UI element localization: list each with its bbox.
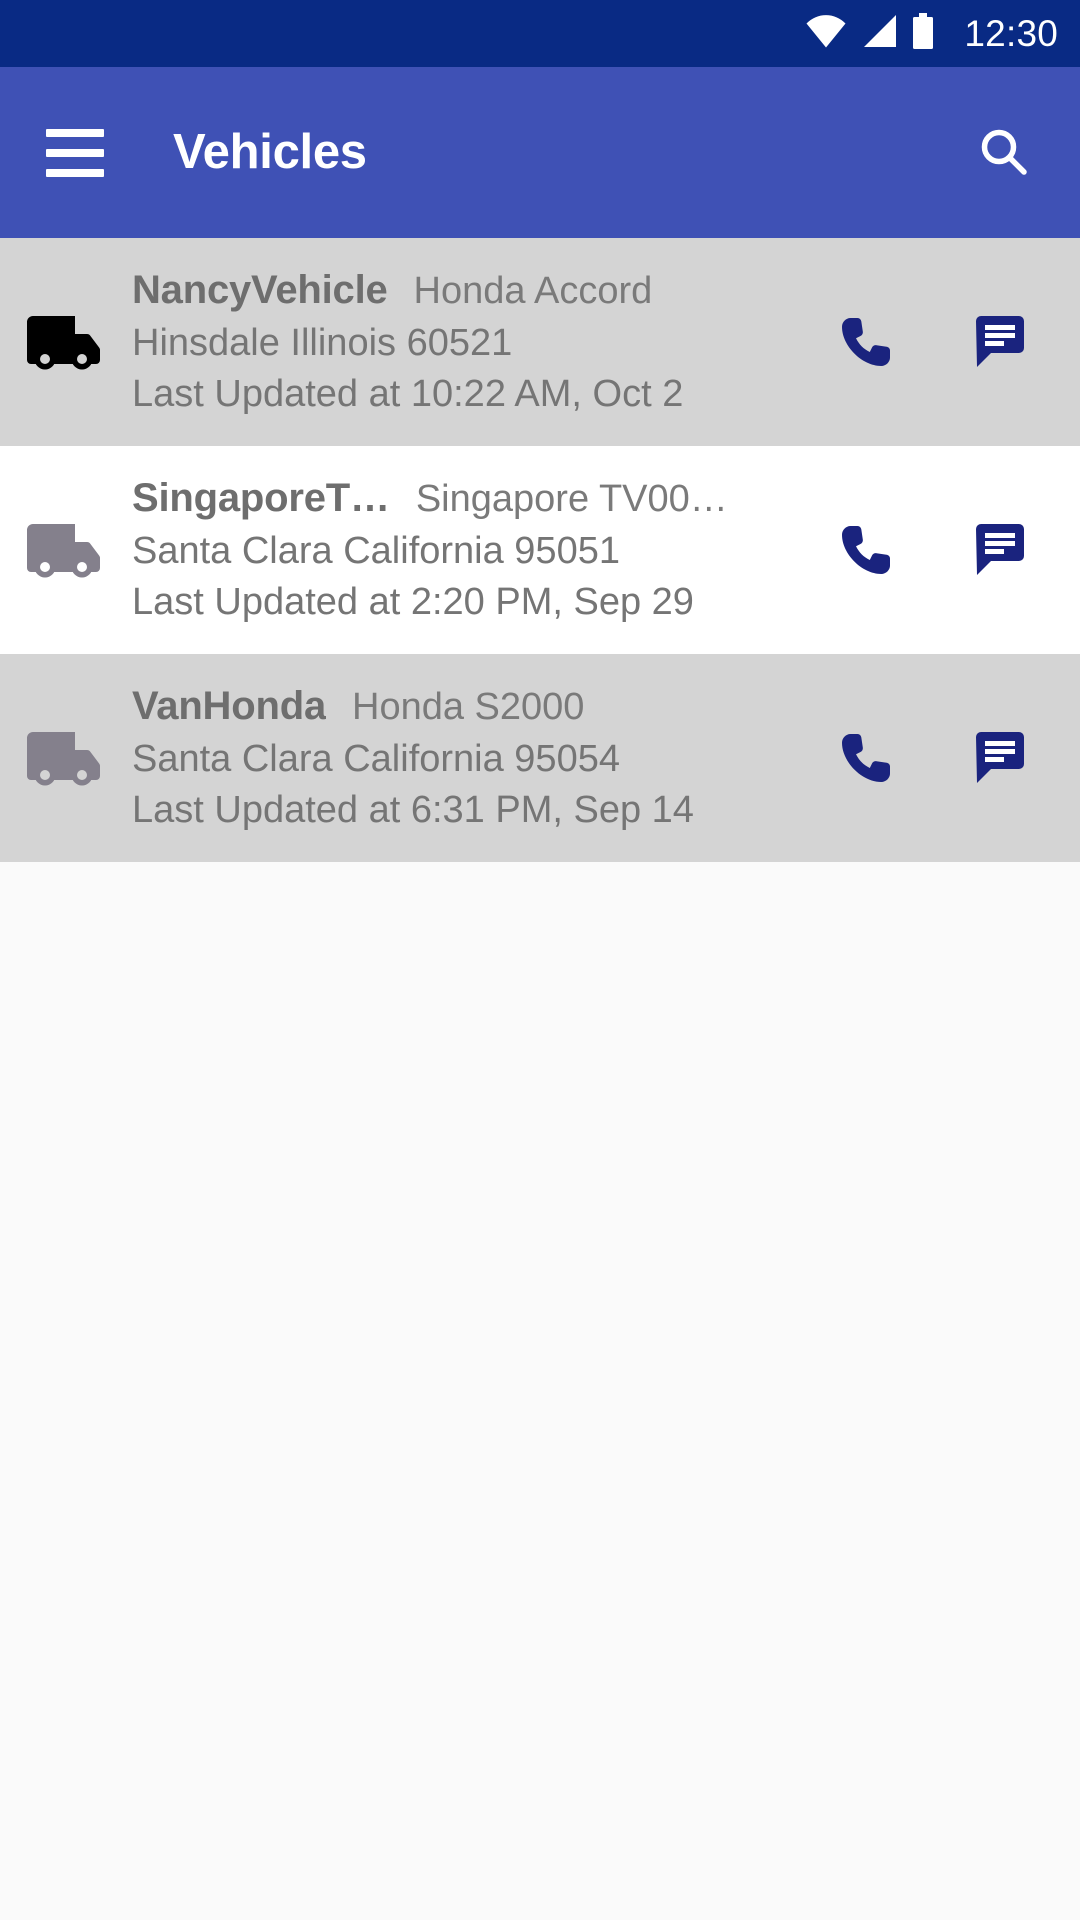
vehicle-location: Santa Clara California 95051 xyxy=(132,530,620,572)
vehicle-list-item[interactable]: SingaporeT… Singapore TV00… Santa Clara … xyxy=(0,446,1080,654)
truck-icon xyxy=(18,520,110,580)
battery-icon xyxy=(911,13,935,54)
vehicle-list-item[interactable]: NancyVehicle Honda Accord Hinsdale Illin… xyxy=(0,238,1080,446)
signal-icon xyxy=(860,14,898,53)
vehicle-last-updated: Last Updated at 10:22 AM, Oct 2 xyxy=(132,373,684,416)
truck-icon xyxy=(18,728,110,788)
vehicles-screen: 12:30 Vehicles NancyVehicle Honda Accord… xyxy=(0,0,1080,1920)
phone-icon[interactable] xyxy=(834,518,898,582)
wifi-icon xyxy=(805,14,847,53)
vehicle-list-item[interactable]: VanHonda Honda S2000 Santa Clara Califor… xyxy=(0,654,1080,862)
menu-line-3 xyxy=(46,168,104,177)
vehicle-info: SingaporeT… Singapore TV00… Santa Clara … xyxy=(110,472,834,628)
menu-line-2 xyxy=(46,148,104,157)
status-bar-clock: 12:30 xyxy=(964,13,1058,54)
truck-icon xyxy=(18,312,110,372)
vehicle-title-line: SingaporeT… Singapore TV00… xyxy=(132,472,818,525)
status-bar: 12:30 xyxy=(0,0,1080,67)
phone-icon[interactable] xyxy=(834,310,898,374)
app-bar: Vehicles xyxy=(0,67,1080,238)
vehicle-title-line: VanHonda Honda S2000 xyxy=(132,680,818,733)
vehicle-row-actions xyxy=(834,518,1054,582)
message-icon[interactable] xyxy=(968,310,1032,374)
empty-list-area xyxy=(0,862,1080,1920)
page-title: Vehicles xyxy=(173,125,367,179)
vehicle-location: Santa Clara California 95054 xyxy=(132,738,620,780)
vehicle-last-updated: Last Updated at 6:31 PM, Sep 14 xyxy=(132,789,694,832)
vehicle-list: NancyVehicle Honda Accord Hinsdale Illin… xyxy=(0,238,1080,1920)
vehicle-model: Honda Accord xyxy=(413,270,653,313)
phone-icon[interactable] xyxy=(834,726,898,790)
vehicle-info: VanHonda Honda S2000 Santa Clara Califor… xyxy=(110,680,834,836)
vehicle-location: Hinsdale Illinois 60521 xyxy=(132,322,513,364)
status-bar-icons: 12:30 xyxy=(805,13,1058,54)
vehicle-last-updated: Last Updated at 2:20 PM, Sep 29 xyxy=(132,581,694,624)
vehicle-info: NancyVehicle Honda Accord Hinsdale Illin… xyxy=(110,264,834,420)
vehicle-row-actions xyxy=(834,310,1054,374)
search-icon[interactable] xyxy=(964,113,1044,193)
vehicle-model: Singapore TV00… xyxy=(415,478,728,521)
message-icon[interactable] xyxy=(968,518,1032,582)
vehicle-model: Honda S2000 xyxy=(352,686,585,729)
vehicle-name: SingaporeT… xyxy=(132,476,390,521)
vehicle-row-actions xyxy=(834,726,1054,790)
menu-line-1 xyxy=(46,128,104,137)
message-icon[interactable] xyxy=(968,726,1032,790)
vehicle-name: VanHonda xyxy=(132,684,326,729)
vehicle-title-line: NancyVehicle Honda Accord xyxy=(132,264,818,317)
hamburger-menu-icon[interactable] xyxy=(46,122,108,184)
vehicle-name: NancyVehicle xyxy=(132,268,388,313)
